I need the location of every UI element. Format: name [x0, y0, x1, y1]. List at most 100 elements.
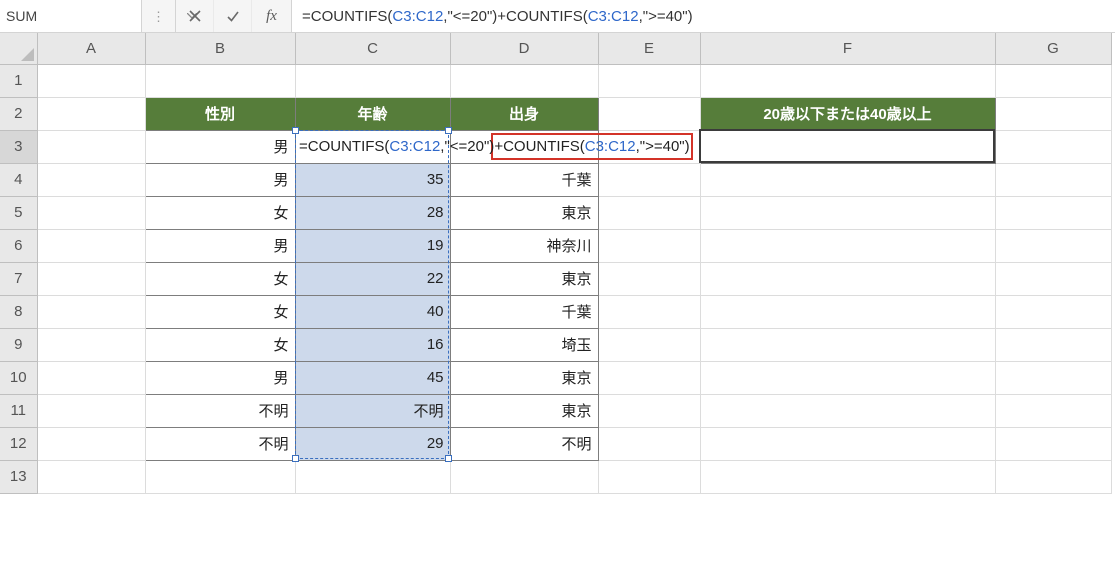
row-header-13[interactable]: 13 — [0, 460, 37, 493]
cell-F5[interactable] — [700, 196, 995, 229]
cell-D9[interactable]: 埼玉 — [450, 328, 598, 361]
cell-E4[interactable] — [598, 163, 700, 196]
cell-G13[interactable] — [995, 460, 1111, 493]
cell-F8[interactable] — [700, 295, 995, 328]
cell-F10[interactable] — [700, 361, 995, 394]
cell-B12[interactable]: 不明 — [145, 427, 295, 460]
cell-E8[interactable] — [598, 295, 700, 328]
cell-A6[interactable] — [37, 229, 145, 262]
cell-E12[interactable] — [598, 427, 700, 460]
cell-G12[interactable] — [995, 427, 1111, 460]
cell-C13[interactable] — [295, 460, 450, 493]
column-header-g[interactable]: G — [995, 33, 1111, 64]
cell-F3[interactable] — [700, 130, 995, 163]
cell-E9[interactable] — [598, 328, 700, 361]
cell-A13[interactable] — [37, 460, 145, 493]
cell-C7[interactable]: 22 — [295, 262, 450, 295]
cell-A11[interactable] — [37, 394, 145, 427]
cell-A9[interactable] — [37, 328, 145, 361]
cell-E5[interactable] — [598, 196, 700, 229]
cell-E3[interactable] — [598, 130, 700, 163]
cell-B5[interactable]: 女 — [145, 196, 295, 229]
cell-B2[interactable]: 性別 — [145, 97, 295, 130]
enter-button[interactable] — [214, 0, 252, 32]
cell-F12[interactable] — [700, 427, 995, 460]
cell-A4[interactable] — [37, 163, 145, 196]
row-header-4[interactable]: 4 — [0, 163, 37, 196]
cell-A7[interactable] — [37, 262, 145, 295]
column-header-e[interactable]: E — [598, 33, 700, 64]
cell-E1[interactable] — [598, 64, 700, 97]
cell-G3[interactable] — [995, 130, 1111, 163]
row-header-5[interactable]: 5 — [0, 196, 37, 229]
cell-C8[interactable]: 40 — [295, 295, 450, 328]
cell-B13[interactable] — [145, 460, 295, 493]
cell-B1[interactable] — [145, 64, 295, 97]
cell-B4[interactable]: 男 — [145, 163, 295, 196]
column-header-b[interactable]: B — [145, 33, 295, 64]
cell-A1[interactable] — [37, 64, 145, 97]
row-header-12[interactable]: 12 — [0, 427, 37, 460]
row-header-2[interactable]: 2 — [0, 97, 37, 130]
cell-A3[interactable] — [37, 130, 145, 163]
cell-F9[interactable] — [700, 328, 995, 361]
cell-D6[interactable]: 神奈川 — [450, 229, 598, 262]
cell-D1[interactable] — [450, 64, 598, 97]
cell-D8[interactable]: 千葉 — [450, 295, 598, 328]
cell-F4[interactable] — [700, 163, 995, 196]
cell-E11[interactable] — [598, 394, 700, 427]
cell-E13[interactable] — [598, 460, 700, 493]
cell-D2[interactable]: 出身 — [450, 97, 598, 130]
cell-D3[interactable] — [450, 130, 598, 163]
row-header-8[interactable]: 8 — [0, 295, 37, 328]
cell-F11[interactable] — [700, 394, 995, 427]
cell-C5[interactable]: 28 — [295, 196, 450, 229]
cell-B6[interactable]: 男 — [145, 229, 295, 262]
column-header-d[interactable]: D — [450, 33, 598, 64]
cell-D7[interactable]: 東京 — [450, 262, 598, 295]
cell-D12[interactable]: 不明 — [450, 427, 598, 460]
row-header-6[interactable]: 6 — [0, 229, 37, 262]
cell-C6[interactable]: 19 — [295, 229, 450, 262]
cell-C3[interactable] — [295, 130, 450, 163]
row-header-1[interactable]: 1 — [0, 64, 37, 97]
insert-function-button[interactable]: fx — [252, 0, 292, 32]
cell-D4[interactable]: 千葉 — [450, 163, 598, 196]
cell-C11[interactable]: 不明 — [295, 394, 450, 427]
cell-B8[interactable]: 女 — [145, 295, 295, 328]
cell-C10[interactable]: 45 — [295, 361, 450, 394]
cell-C2[interactable]: 年齢 — [295, 97, 450, 130]
column-header-c[interactable]: C — [295, 33, 450, 64]
cell-C1[interactable] — [295, 64, 450, 97]
cell-F6[interactable] — [700, 229, 995, 262]
formula-input[interactable]: =COUNTIFS(C3:C12,"<=20")+COUNTIFS(C3:C12… — [292, 0, 1115, 32]
cell-A8[interactable] — [37, 295, 145, 328]
cell-A10[interactable] — [37, 361, 145, 394]
cell-G9[interactable] — [995, 328, 1111, 361]
cell-G10[interactable] — [995, 361, 1111, 394]
cell-G4[interactable] — [995, 163, 1111, 196]
cell-B11[interactable]: 不明 — [145, 394, 295, 427]
cell-A5[interactable] — [37, 196, 145, 229]
cell-D10[interactable]: 東京 — [450, 361, 598, 394]
cell-E2[interactable] — [598, 97, 700, 130]
cell-B9[interactable]: 女 — [145, 328, 295, 361]
cell-F7[interactable] — [700, 262, 995, 295]
row-header-7[interactable]: 7 — [0, 262, 37, 295]
cell-A2[interactable] — [37, 97, 145, 130]
row-header-9[interactable]: 9 — [0, 328, 37, 361]
cell-F1[interactable] — [700, 64, 995, 97]
column-header-f[interactable]: F — [700, 33, 995, 64]
cell-G7[interactable] — [995, 262, 1111, 295]
column-header-a[interactable]: A — [37, 33, 145, 64]
cell-C4[interactable]: 35 — [295, 163, 450, 196]
cell-D13[interactable] — [450, 460, 598, 493]
cell-G8[interactable] — [995, 295, 1111, 328]
cell-B7[interactable]: 女 — [145, 262, 295, 295]
formula-bar-splitter[interactable]: ⋮ — [142, 0, 176, 32]
cell-G6[interactable] — [995, 229, 1111, 262]
row-header-10[interactable]: 10 — [0, 361, 37, 394]
row-header-11[interactable]: 11 — [0, 394, 37, 427]
cell-F2[interactable]: 20歳以下または40歳以上 — [700, 97, 995, 130]
cell-C12[interactable]: 29 — [295, 427, 450, 460]
